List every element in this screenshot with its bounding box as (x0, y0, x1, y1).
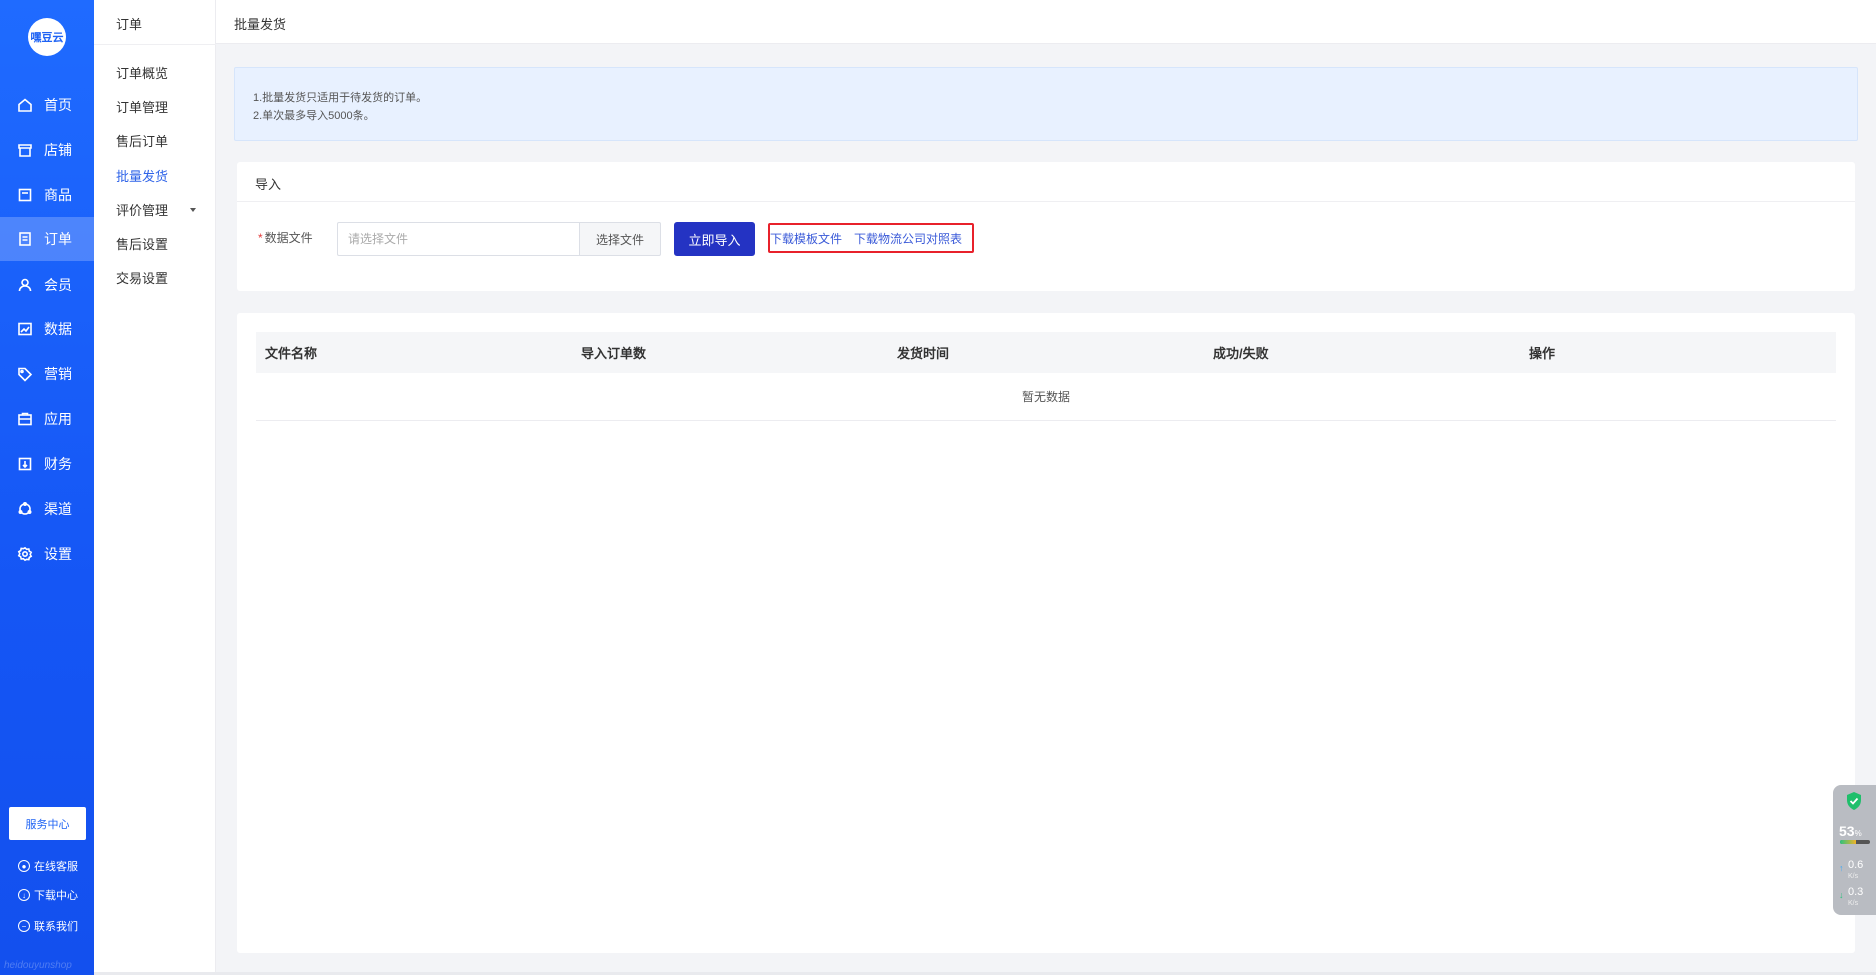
download-template-link[interactable]: 下载模板文件 (770, 230, 842, 247)
empty-state: 暂无数据 (256, 373, 1836, 421)
nav-label: 应用 (44, 411, 72, 427)
nav-label: 店铺 (44, 142, 72, 158)
choose-file-button[interactable]: 选择文件 (579, 222, 661, 256)
submenu-item-batch-shipping[interactable]: 批量发货 (116, 166, 168, 185)
notice-line: 2.单次最多导入5000条。 (253, 110, 375, 122)
nav-item-marketing[interactable]: 营销 (0, 352, 94, 396)
data-file-label-text: 数据文件 (264, 231, 313, 245)
import-records-table: 文件名称 导入订单数 发货时间 成功/失败 操作 暂无数据 (256, 332, 1836, 421)
download-icon: ↓ (18, 889, 30, 901)
column-header-order-count: 导入订单数 (581, 346, 647, 361)
nav-label: 营销 (44, 366, 72, 382)
online-service-link[interactable]: ● 在线客服 (18, 858, 78, 874)
nav-label: 订单 (44, 231, 72, 247)
contact-us-link[interactable]: − 联系我们 (18, 918, 78, 934)
contact-us-label: 联系我们 (34, 921, 78, 933)
app-icon (16, 410, 34, 428)
nav-item-data[interactable]: 数据 (0, 307, 94, 351)
card-divider (237, 201, 1855, 202)
column-header-success-fail: 成功/失败 (1213, 346, 1269, 361)
submenu-item-after-sales-orders[interactable]: 售后订单 (116, 131, 168, 150)
main-sidebar: 嘿豆云 首页 店铺 商品 订单 会员 数据 营销 应用 财务 渠道 设置 服务中… (0, 0, 94, 975)
chat-icon: − (18, 920, 30, 932)
gear-icon (16, 545, 34, 563)
memory-usage-bar (1840, 840, 1870, 844)
memory-percent: 53% (1839, 823, 1862, 839)
nav-item-settings[interactable]: 设置 (0, 532, 94, 576)
member-icon (16, 276, 34, 294)
submenu-item-trade-settings[interactable]: 交易设置 (116, 268, 168, 287)
channel-icon (16, 500, 34, 518)
nav-item-member[interactable]: 会员 (0, 263, 94, 307)
shop-icon (16, 141, 34, 159)
download-logistics-table-link[interactable]: 下载物流公司对照表 (854, 230, 962, 247)
data-icon (16, 320, 34, 338)
nav-item-goods[interactable]: 商品 (0, 173, 94, 217)
top-breadcrumb-bar: 批量发货 (216, 0, 1876, 44)
service-center-button[interactable]: 服务中心 (9, 807, 86, 840)
nav-label: 会员 (44, 277, 72, 293)
goods-icon (16, 186, 34, 204)
column-header-actions: 操作 (1529, 346, 1556, 361)
download-speed: 0.3 K/s (1848, 886, 1864, 908)
submenu-item-review-management[interactable]: 评价管理 (116, 200, 168, 219)
column-header-ship-time: 发货时间 (897, 346, 950, 361)
nav-item-order[interactable]: 订单 (0, 217, 94, 261)
download-arrow-icon: ↓ (1839, 890, 1844, 900)
import-now-button[interactable]: 立即导入 (674, 222, 755, 256)
nav-label: 商品 (44, 187, 72, 203)
required-mark: * (258, 231, 263, 245)
nav-label: 数据 (44, 321, 72, 337)
tag-icon (16, 365, 34, 383)
submenu-item-order-management[interactable]: 订单管理 (116, 97, 168, 116)
shield-check-icon (1847, 792, 1861, 810)
network-speed-widget[interactable]: 53% ↑ 0.6 K/s ↓ 0.3 K/s (1833, 785, 1876, 915)
submenu-item-after-sales-settings[interactable]: 售后设置 (116, 234, 168, 253)
nav-label: 渠道 (44, 501, 72, 517)
data-file-label: * 数据文件 (258, 229, 313, 246)
nav-item-shop[interactable]: 店铺 (0, 128, 94, 172)
import-card: 导入 *数据文件 选择文件 立即导入 下载模板文件 下载物流公司对照表 (237, 162, 1855, 291)
nav-item-channel[interactable]: 渠道 (0, 487, 94, 531)
import-card-title: 导入 (255, 177, 282, 192)
download-center-link[interactable]: ↓ 下载中心 (18, 887, 78, 903)
submenu-item-overview[interactable]: 订单概览 (116, 63, 168, 82)
order-icon (16, 230, 34, 248)
brand-logo[interactable]: 嘿豆云 (28, 18, 66, 56)
home-icon (16, 96, 34, 114)
upload-arrow-icon: ↑ (1839, 863, 1844, 873)
notice-line: 1.批量发货只适用于待发货的订单。 (253, 92, 428, 104)
nav-label: 设置 (44, 546, 72, 562)
import-records-card: 文件名称 导入订单数 发货时间 成功/失败 操作 暂无数据 (237, 313, 1855, 953)
download-links-highlight: 下载模板文件 下载物流公司对照表 (768, 223, 974, 253)
submenu-title: 订单 (116, 17, 143, 32)
nav-item-finance[interactable]: 财务 (0, 442, 94, 486)
nav-label: 财务 (44, 456, 72, 472)
nav-item-home[interactable]: 首页 (0, 83, 94, 127)
file-path-input[interactable] (337, 222, 579, 256)
online-service-label: 在线客服 (34, 861, 78, 873)
table-header: 文件名称 导入订单数 发货时间 成功/失败 操作 (256, 332, 1836, 373)
chevron-down-icon[interactable] (190, 208, 196, 212)
nav-item-app[interactable]: 应用 (0, 397, 94, 441)
submenu-divider (94, 44, 216, 45)
watermark: heidouyunshop (4, 960, 72, 971)
notice-box: 1.批量发货只适用于待发货的订单。 2.单次最多导入5000条。 (234, 67, 1858, 141)
download-center-label: 下载中心 (34, 890, 78, 902)
finance-icon (16, 455, 34, 473)
upload-speed: 0.6 K/s (1848, 859, 1864, 881)
nav-label: 首页 (44, 97, 72, 113)
column-header-file-name: 文件名称 (265, 346, 318, 361)
page-title: 批量发货 (234, 17, 287, 32)
order-submenu: 订单 订单概览 订单管理 售后订单 批量发货 评价管理 售后设置 交易设置 (94, 0, 216, 975)
avatar-icon: ● (18, 860, 30, 872)
